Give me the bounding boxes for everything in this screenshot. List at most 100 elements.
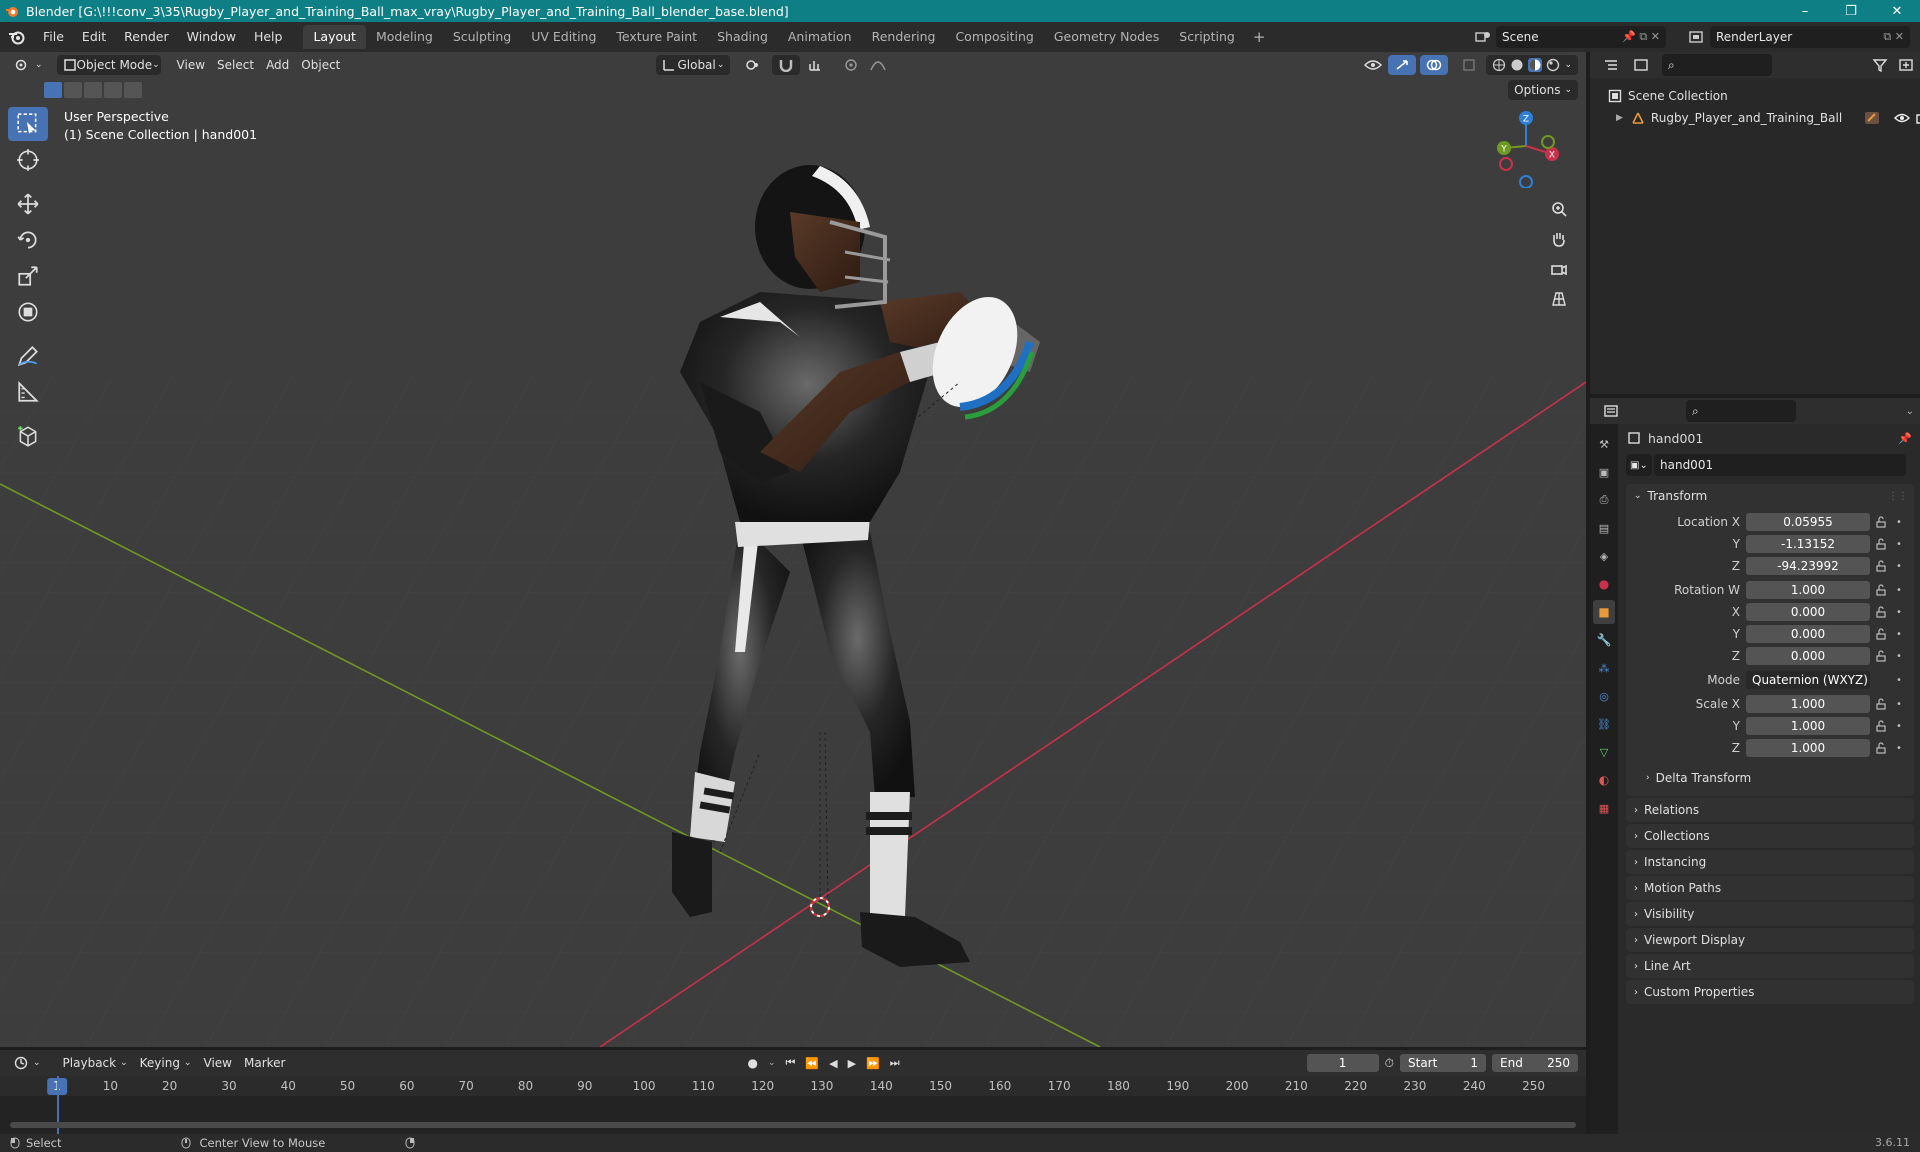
custom-properties-panel[interactable]: › Custom Properties bbox=[1626, 980, 1914, 1004]
delta-transform-subpanel[interactable]: › Delta Transform bbox=[1626, 766, 1914, 790]
gizmo-neg-y[interactable] bbox=[1541, 135, 1555, 149]
select-box-tool[interactable] bbox=[8, 107, 48, 141]
solid-shading-icon[interactable] bbox=[1510, 58, 1524, 72]
motion-paths-panel[interactable]: › Motion Paths bbox=[1626, 876, 1914, 900]
display-mode-icon[interactable] bbox=[1626, 58, 1656, 72]
tab-sculpting[interactable]: Sculpting bbox=[443, 25, 521, 49]
tab-rendering[interactable]: Rendering bbox=[862, 25, 946, 49]
outliner-object-row[interactable]: ▶ Rugby_Player_and_Training_Ball bbox=[1590, 108, 1920, 128]
visibility-panel[interactable]: › Visibility bbox=[1626, 902, 1914, 926]
lock-icon[interactable] bbox=[1870, 628, 1892, 640]
keyframe-dot-icon[interactable]: • bbox=[1892, 629, 1906, 640]
rotation-z-field[interactable]: 0.000 bbox=[1746, 647, 1870, 665]
outliner-search-input[interactable]: ⌕ bbox=[1662, 54, 1772, 76]
scene-selector[interactable]: Scene 📌 ⧉ ✕ bbox=[1470, 26, 1670, 48]
select-extend-icon[interactable] bbox=[64, 82, 82, 98]
transform-panel-header[interactable]: ⌄ Transform ⋮⋮ bbox=[1626, 484, 1914, 508]
datablock-type-button[interactable]: ▣⌄ bbox=[1626, 454, 1652, 476]
location-y-field[interactable]: -1.13152 bbox=[1746, 535, 1870, 553]
transform-orientation-selector[interactable]: Global ⌄ bbox=[656, 55, 731, 75]
lock-icon[interactable] bbox=[1870, 560, 1892, 572]
rotate-tool[interactable] bbox=[8, 223, 48, 257]
rotation-x-field[interactable]: 0.000 bbox=[1746, 603, 1870, 621]
location-z-field[interactable]: -94.23992 bbox=[1746, 557, 1870, 575]
location-x-field[interactable]: 0.05955 bbox=[1746, 513, 1870, 531]
scale-z-field[interactable]: 1.000 bbox=[1746, 739, 1870, 757]
properties-search-input[interactable]: ⌕ bbox=[1686, 400, 1796, 422]
prev-keyframe-icon[interactable]: ⏪ bbox=[805, 1057, 819, 1070]
rendered-shading-icon[interactable] bbox=[1546, 58, 1560, 72]
keyframe-dot-icon[interactable]: • bbox=[1892, 585, 1906, 596]
timeline-menu-view[interactable]: View bbox=[198, 1053, 238, 1073]
outliner-editor-icon[interactable] bbox=[1596, 58, 1626, 72]
move-tool[interactable] bbox=[8, 187, 48, 221]
pivot-point-button[interactable] bbox=[738, 55, 768, 75]
select-subtract-icon[interactable] bbox=[84, 82, 102, 98]
tab-animation[interactable]: Animation bbox=[778, 25, 862, 49]
tab-texture[interactable]: ▦ bbox=[1593, 796, 1615, 820]
wireframe-shading-icon[interactable] bbox=[1492, 58, 1506, 72]
tab-world[interactable]: ● bbox=[1593, 572, 1615, 596]
transform-tool[interactable] bbox=[8, 295, 48, 329]
blender-logo-icon[interactable] bbox=[0, 22, 34, 52]
viewport-display-panel[interactable]: › Viewport Display bbox=[1626, 928, 1914, 952]
pan-button[interactable] bbox=[1544, 224, 1574, 254]
properties-editor-icon[interactable] bbox=[1596, 404, 1626, 418]
viewport-menu-view[interactable]: View bbox=[171, 55, 211, 75]
play-icon[interactable]: ▶ bbox=[848, 1057, 856, 1070]
add-workspace-button[interactable]: + bbox=[1245, 28, 1274, 46]
rotation-w-field[interactable]: 1.000 bbox=[1746, 581, 1870, 599]
viewport-menu-add[interactable]: Add bbox=[260, 55, 295, 75]
menu-render[interactable]: Render bbox=[115, 22, 178, 52]
lock-icon[interactable] bbox=[1870, 538, 1892, 550]
chevron-down-icon[interactable]: ⌄ bbox=[1564, 60, 1572, 70]
menu-window[interactable]: Window bbox=[178, 22, 245, 52]
falloff-button[interactable] bbox=[864, 55, 892, 75]
line-art-panel[interactable]: › Line Art bbox=[1626, 954, 1914, 978]
record-icon[interactable]: ● bbox=[747, 1056, 757, 1070]
menu-edit[interactable]: Edit bbox=[73, 22, 115, 52]
keyframe-dot-icon[interactable]: • bbox=[1892, 743, 1906, 754]
tab-texture-paint[interactable]: Texture Paint bbox=[606, 25, 707, 49]
chevron-down-icon[interactable]: ⌄ bbox=[768, 1058, 776, 1068]
end-frame-field[interactable]: End 250 bbox=[1492, 1054, 1578, 1072]
datablock-name-field[interactable]: hand001 bbox=[1654, 454, 1906, 476]
lock-icon[interactable] bbox=[1870, 742, 1892, 754]
perspective-toggle-button[interactable] bbox=[1544, 284, 1574, 314]
lock-icon[interactable] bbox=[1870, 698, 1892, 710]
keyframe-dot-icon[interactable]: • bbox=[1892, 675, 1906, 686]
select-invert-icon[interactable] bbox=[104, 82, 122, 98]
close-button[interactable]: ✕ bbox=[1874, 0, 1920, 22]
tab-compositing[interactable]: Compositing bbox=[945, 25, 1043, 49]
tab-view-layer[interactable]: ▤ bbox=[1593, 516, 1615, 540]
tab-uv-editing[interactable]: UV Editing bbox=[521, 25, 606, 49]
rotation-y-field[interactable]: 0.000 bbox=[1746, 625, 1870, 643]
lock-icon[interactable] bbox=[1870, 720, 1892, 732]
tab-physics[interactable]: ◎ bbox=[1593, 684, 1615, 708]
tab-scripting[interactable]: Scripting bbox=[1169, 25, 1245, 49]
timeline-editor-type-button[interactable]: ⌄ bbox=[8, 1053, 47, 1073]
tab-shading[interactable]: Shading bbox=[707, 25, 778, 49]
expand-arrow-icon[interactable]: ▶ bbox=[1616, 113, 1623, 123]
menu-help[interactable]: Help bbox=[245, 22, 292, 52]
select-new-icon[interactable] bbox=[44, 82, 62, 98]
timeline-ruler[interactable]: 1 10203040506070809010011012013014015016… bbox=[0, 1076, 1586, 1096]
tab-modifiers[interactable]: 🔧 bbox=[1593, 628, 1615, 652]
next-keyframe-icon[interactable]: ⏩ bbox=[866, 1057, 880, 1070]
filter-icon[interactable] bbox=[1872, 58, 1890, 72]
maximize-button[interactable]: ❐ bbox=[1828, 0, 1874, 22]
drag-handle-icon[interactable]: ⋮⋮ bbox=[1888, 491, 1908, 502]
xray-toggle[interactable] bbox=[1456, 55, 1482, 75]
render-layer-actions-icon[interactable]: ⧉ ✕ bbox=[1883, 30, 1904, 44]
keyframe-dot-icon[interactable]: • bbox=[1892, 607, 1906, 618]
tab-data[interactable]: ▽ bbox=[1593, 740, 1615, 764]
options-dropdown[interactable]: Options ⌄ bbox=[1508, 80, 1578, 100]
render-camera-icon[interactable] bbox=[1916, 112, 1920, 124]
navigation-gizmo[interactable]: Z Y X bbox=[1486, 108, 1566, 188]
overlay-toggle[interactable] bbox=[1420, 55, 1449, 75]
preview-range-clock-icon[interactable]: ⏱ bbox=[1385, 1056, 1394, 1071]
keyframe-dot-icon[interactable]: • bbox=[1892, 539, 1906, 550]
shading-mode-group[interactable]: ⌄ bbox=[1486, 55, 1578, 75]
camera-view-button[interactable] bbox=[1544, 254, 1574, 284]
cursor-tool[interactable] bbox=[8, 143, 48, 177]
